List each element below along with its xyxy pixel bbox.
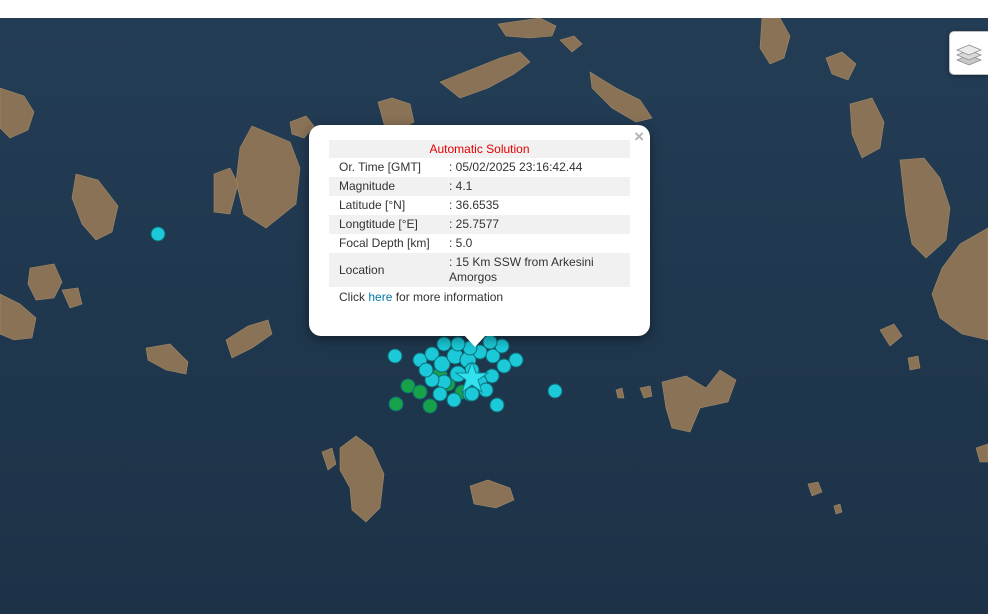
event-marker[interactable] (150, 226, 166, 242)
event-marker[interactable] (489, 397, 505, 413)
close-icon[interactable]: × (634, 128, 644, 146)
event-marker[interactable] (464, 386, 480, 402)
info-value: : 25.7577 (439, 215, 630, 234)
event-marker-green[interactable] (422, 398, 438, 414)
event-marker-green[interactable] (412, 384, 428, 400)
event-popup: × Automatic Solution Or. Time [GMT] : 05… (309, 125, 650, 336)
event-marker[interactable] (432, 386, 448, 402)
top-bar (0, 0, 988, 18)
info-value: : 36.6535 (449, 198, 500, 212)
event-marker[interactable] (418, 362, 434, 378)
info-label: Longtitude [°E] (329, 215, 439, 234)
popup-content: Automatic Solution Or. Time [GMT] : 05/0… (329, 140, 630, 308)
info-row-depth: Focal Depth [km] : 5.0 (329, 234, 630, 253)
info-value: : 15 Km SSW from Arkesini Amorgos (439, 253, 630, 287)
info-row-latitude: Latitude [°N] : 36.6535 (329, 196, 630, 215)
info-label: Focal Depth [km] (339, 236, 430, 250)
event-marker[interactable] (387, 348, 403, 364)
island-tilos-islet (907, 355, 921, 371)
info-value: : 05/02/2025 23:16:42.44 (449, 160, 583, 174)
event-marker[interactable] (496, 358, 512, 374)
more-info-line: Click here for more information (329, 287, 630, 308)
info-label: Latitude [°N] (339, 198, 406, 212)
layers-icon (955, 44, 983, 66)
info-value: : 5.0 (449, 236, 473, 250)
layers-control-button[interactable] (949, 31, 988, 75)
info-label: Or. Time [GMT] (339, 160, 422, 174)
event-marker[interactable] (446, 392, 462, 408)
event-marker[interactable] (547, 383, 563, 399)
info-row-longitude: Longtitude [°E] : 25.7577 (329, 215, 630, 234)
info-row-magnitude: Magnitude : 4.1 (329, 177, 630, 196)
event-marker[interactable] (450, 336, 466, 352)
info-label: Magnitude (329, 177, 439, 196)
popup-title: Automatic Solution (329, 140, 630, 158)
more-info-suffix: for more information (392, 290, 504, 304)
event-info-table: Or. Time [GMT] : 05/02/2025 23:16:42.44 … (329, 158, 630, 287)
more-info-prefix: Click (339, 290, 369, 304)
event-marker-green[interactable] (388, 396, 404, 412)
more-info-link[interactable]: here (368, 290, 392, 304)
info-value: : 4.1 (439, 177, 630, 196)
info-row-location: Location : 15 Km SSW from Arkesini Amorg… (329, 253, 630, 287)
info-row-time: Or. Time [GMT] : 05/02/2025 23:16:42.44 (329, 158, 630, 177)
info-label: Location (329, 253, 439, 287)
event-marker[interactable] (436, 336, 452, 352)
popup-tip (464, 335, 486, 347)
